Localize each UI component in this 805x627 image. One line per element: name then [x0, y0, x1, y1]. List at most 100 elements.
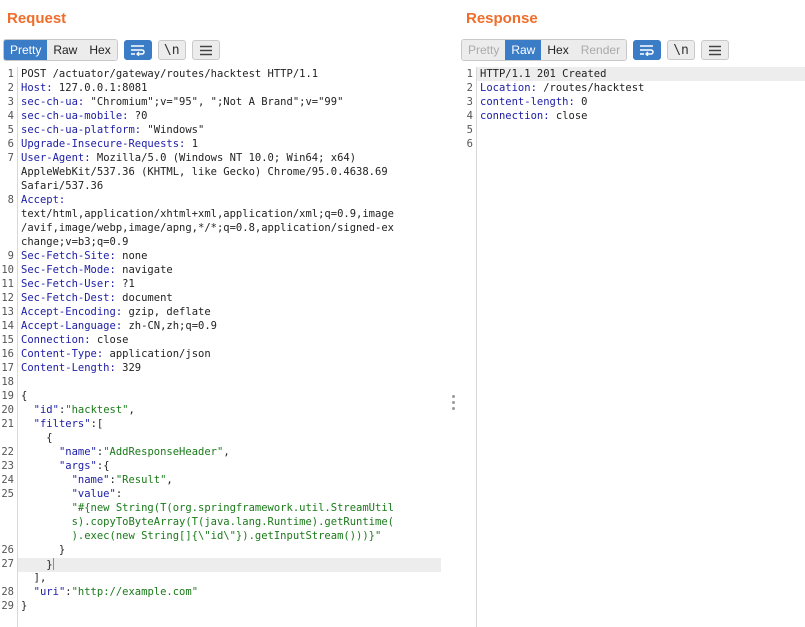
code-line: }: [21, 544, 66, 556]
response-tab-render[interactable]: Render: [574, 40, 627, 60]
code-line: POST /actuator/gateway/routes/hacktest H…: [21, 68, 319, 80]
code-line: "#{new String(T(org.springframework.util…: [21, 502, 394, 514]
code-line: Accept:: [21, 194, 66, 206]
newline-icon: \n: [673, 42, 689, 58]
code-line: sec-ch-ua: "Chromium";v="95", ";Not A Br…: [21, 96, 344, 108]
code-line: Connection: close: [21, 334, 129, 346]
code-line: AppleWebKit/537.36 (KHTML, like Gecko) C…: [21, 166, 388, 178]
code-line: sec-ch-ua-mobile: ?0: [21, 110, 148, 122]
response-tab-pretty[interactable]: Pretty: [462, 40, 506, 60]
request-title: Request: [7, 10, 67, 27]
code-line: text/html,application/xhtml+xml,applicat…: [21, 208, 394, 220]
code-line: Content-Type: application/json: [21, 348, 211, 360]
code-line: Sec-Fetch-Mode: navigate: [21, 264, 173, 276]
code-line: Sec-Fetch-Dest: document: [21, 292, 173, 304]
code-line: Safari/537.36: [21, 180, 104, 192]
line-number: 22: [1, 446, 14, 458]
line-number: 29: [1, 600, 14, 612]
newline-icon: \n: [163, 42, 180, 58]
line-number: 11: [1, 278, 14, 290]
line-number: 2: [7, 82, 14, 94]
response-toolbar: Pretty Raw Hex Render \n: [461, 39, 735, 61]
line-number: 27: [1, 558, 14, 570]
line-number: 8: [7, 194, 14, 206]
line-number: 3: [7, 96, 14, 108]
request-tab-pretty[interactable]: Pretty: [4, 40, 48, 60]
line-number: 26: [1, 544, 14, 556]
line-number: 6: [466, 138, 473, 150]
response-editor[interactable]: 1 HTTP/1.1 201 Created 2 Location: /routes/…: [459, 67, 805, 627]
code-line: "id":"hacktest",: [33, 404, 135, 416]
line-number: 5: [466, 124, 473, 136]
response-tab-raw[interactable]: Raw: [505, 40, 542, 60]
code-line: Location: /routes/hacktest: [480, 82, 645, 94]
code-line: sec-ch-ua-platform: "Windows": [21, 124, 205, 136]
line-number: 4: [7, 110, 14, 122]
code-line: change;v=b3;q=0.9: [21, 236, 129, 248]
line-number: 13: [1, 306, 14, 318]
code-line: }: [21, 558, 54, 571]
line-number: 19: [1, 390, 14, 402]
request-menu-button[interactable]: [191, 40, 220, 60]
code-line: Sec-Fetch-User: ?1: [21, 278, 135, 290]
menu-icon: [709, 45, 722, 55]
line-number: 15: [1, 334, 14, 346]
code-line: ],: [21, 572, 47, 584]
line-number: 4: [466, 110, 473, 122]
code-line: content-length: 0: [480, 96, 588, 108]
code-line: "value":: [71, 488, 123, 500]
response-tab-hex[interactable]: Hex: [541, 40, 575, 60]
response-menu-button[interactable]: [701, 40, 730, 60]
code-line: "uri":"http://example.com": [33, 586, 199, 598]
code-line: User-Agent: Mozilla/5.0 (Windows NT 10.0…: [21, 152, 357, 164]
response-title: Response: [466, 10, 538, 27]
line-number: 3: [466, 96, 473, 108]
line-number: 20: [1, 404, 14, 416]
response-newline-button[interactable]: \n: [667, 40, 696, 60]
code-line: Sec-Fetch-Site: none: [21, 250, 148, 262]
request-pane: Request Pretty Raw Hex \n 1 POST /actuato…: [0, 0, 449, 627]
code-line: Accept-Language: zh-CN,zh;q=0.9: [21, 320, 217, 332]
code-line: s).copyToByteArray(T(java.lang.Runtime).…: [21, 516, 394, 528]
request-word-wrap-button[interactable]: [123, 40, 152, 60]
code-line: "name":"Result",: [71, 474, 173, 486]
word-wrap-icon: [130, 45, 145, 56]
code-line: Content-Length: 329: [21, 362, 142, 374]
code-line: HTTP/1.1 201 Created: [480, 68, 607, 80]
request-toolbar: Pretty Raw Hex \n: [3, 39, 226, 61]
pane-splitter[interactable]: [449, 0, 459, 627]
line-number: 16: [1, 348, 14, 360]
request-newline-button[interactable]: \n: [157, 40, 186, 60]
code-line: Upgrade-Insecure-Requests: 1: [21, 138, 199, 150]
code-line: {: [21, 390, 28, 402]
response-gutter: [459, 67, 477, 627]
code-line: "filters":[: [33, 418, 104, 430]
line-number: 28: [1, 586, 14, 598]
code-line: connection: close: [480, 110, 588, 122]
request-tab-hex[interactable]: Hex: [83, 40, 117, 60]
word-wrap-icon: [640, 45, 654, 56]
code-line: {: [21, 432, 53, 444]
splitter-handle-icon[interactable]: [452, 395, 455, 413]
response-pane: Response Pretty Raw Hex Render \n 1 HTTP/…: [459, 0, 805, 627]
request-tab-raw[interactable]: Raw: [47, 40, 84, 60]
line-number: 7: [7, 152, 14, 164]
line-number: 12: [1, 292, 14, 304]
line-number: 21: [1, 418, 14, 430]
line-number: 17: [1, 362, 14, 374]
line-number: 18: [1, 376, 14, 388]
line-number: 10: [1, 264, 14, 276]
response-word-wrap-button[interactable]: [633, 40, 662, 60]
line-number: 25: [1, 488, 14, 500]
line-number: 2: [466, 82, 473, 94]
code-line: Accept-Encoding: gzip, deflate: [21, 306, 211, 318]
line-number: 1: [7, 68, 14, 80]
response-view-tabs: Pretty Raw Hex Render: [461, 39, 628, 61]
request-gutter: [0, 67, 18, 627]
line-number: 9: [7, 250, 14, 262]
code-line: /avif,image/webp,image/apng,*/*;q=0.8,ap…: [21, 222, 394, 234]
code-line: Host: 127.0.0.1:8081: [21, 82, 148, 94]
code-line: "args":{: [58, 460, 110, 472]
request-editor[interactable]: 1 POST /actuator/gateway/routes/hacktest …: [0, 67, 449, 627]
request-view-tabs: Pretty Raw Hex: [3, 39, 118, 61]
